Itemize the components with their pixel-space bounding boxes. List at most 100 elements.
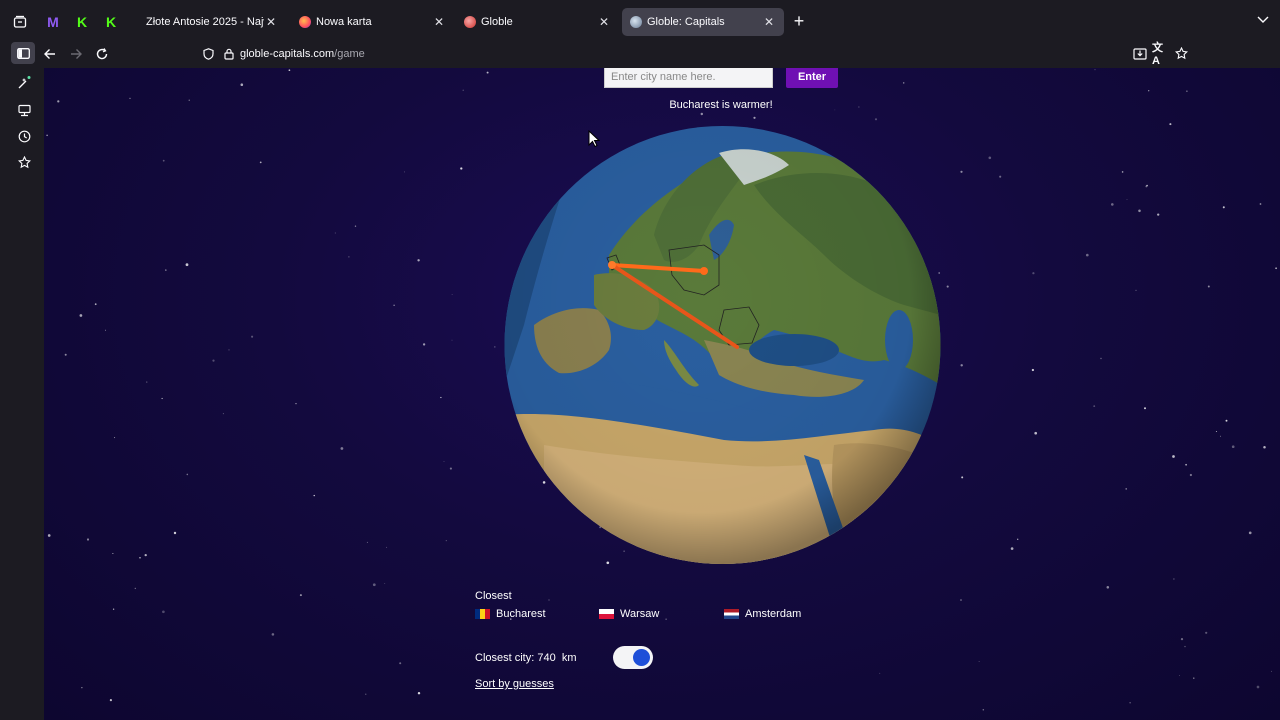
close-icon[interactable]: ✕ xyxy=(432,15,446,29)
star xyxy=(114,437,116,439)
star xyxy=(1173,578,1175,580)
star xyxy=(548,599,550,601)
star xyxy=(185,263,189,267)
globe[interactable] xyxy=(504,125,941,565)
sidebar-toggle-icon[interactable] xyxy=(11,42,35,64)
star xyxy=(700,112,704,116)
mouse-cursor-icon xyxy=(588,130,600,148)
star xyxy=(1263,445,1266,449)
history-clock-icon[interactable] xyxy=(15,127,33,145)
reload-icon[interactable] xyxy=(92,44,112,64)
star xyxy=(1017,538,1019,540)
guess-city-name: Amsterdam xyxy=(745,608,802,620)
unit-toggle-switch[interactable] xyxy=(613,646,653,669)
city-guess-input[interactable]: Enter city name here. xyxy=(604,68,773,88)
star xyxy=(240,83,244,86)
synced-tabs-icon[interactable] xyxy=(15,101,33,119)
closest-city-distance: Closest city: 740 km xyxy=(475,652,577,664)
close-icon[interactable]: ✕ xyxy=(762,15,776,29)
star xyxy=(288,69,291,72)
star xyxy=(129,97,131,100)
globe-favicon-icon xyxy=(630,16,642,28)
star xyxy=(188,99,190,101)
enter-button[interactable]: Enter xyxy=(786,68,838,88)
star xyxy=(372,583,376,587)
save-page-icon[interactable] xyxy=(1132,45,1148,61)
star xyxy=(399,662,402,665)
shield-icon[interactable] xyxy=(200,48,216,60)
star xyxy=(334,232,336,234)
star xyxy=(988,156,992,160)
forward-arrow-icon[interactable] xyxy=(66,44,86,64)
star xyxy=(1248,531,1252,535)
close-icon[interactable]: ✕ xyxy=(597,15,611,29)
bookmark-star-icon[interactable] xyxy=(1173,45,1189,61)
star xyxy=(386,546,388,548)
star xyxy=(86,538,90,541)
star xyxy=(1129,702,1131,704)
url-path: /game xyxy=(334,48,365,60)
chevron-down-icon[interactable] xyxy=(1256,12,1274,30)
star xyxy=(1215,431,1217,432)
star xyxy=(1094,69,1096,71)
back-arrow-icon[interactable] xyxy=(40,44,60,64)
ai-chatbot-icon[interactable] xyxy=(15,74,33,92)
star xyxy=(960,599,962,601)
tab-title: Złote Antosie 2025 - Największ xyxy=(146,16,264,28)
bookmarks-star-icon[interactable] xyxy=(15,153,33,171)
star xyxy=(1271,670,1272,672)
star xyxy=(1186,90,1188,92)
star xyxy=(94,303,97,306)
star xyxy=(486,71,489,74)
guess-city-name: Warsaw xyxy=(620,608,660,620)
star xyxy=(1189,473,1193,477)
tab-title: Globle xyxy=(481,16,513,28)
pinned-tab-k2[interactable]: K xyxy=(99,11,123,33)
netherlands-flag-icon xyxy=(724,609,739,619)
romania-flag-icon xyxy=(475,609,490,619)
star xyxy=(449,467,452,470)
tab-nowa-karta[interactable]: Nowa karta ✕ xyxy=(291,8,454,36)
star xyxy=(1179,674,1181,676)
pinned-tab-k1[interactable]: K xyxy=(70,11,94,33)
star xyxy=(134,587,136,590)
address-bar[interactable]: globle-capitals.com/game xyxy=(200,42,1200,66)
star xyxy=(299,594,302,597)
star xyxy=(422,343,426,346)
star xyxy=(1100,357,1102,360)
translate-icon[interactable]: 文A xyxy=(1152,42,1168,67)
star xyxy=(462,89,464,91)
close-icon[interactable]: ✕ xyxy=(264,15,278,29)
star xyxy=(212,359,215,362)
star xyxy=(1207,285,1210,288)
star xyxy=(162,159,165,162)
k-logo-icon: K xyxy=(76,14,88,30)
star xyxy=(1126,199,1128,200)
star xyxy=(1169,123,1172,126)
star xyxy=(1275,267,1277,270)
new-tab-icon[interactable]: + xyxy=(790,12,808,30)
tab-list-icon[interactable] xyxy=(9,11,31,33)
navigation-toolbar: globle-capitals.com/game 文A xyxy=(0,42,1280,67)
star xyxy=(1259,203,1262,205)
star xyxy=(1146,184,1148,187)
star xyxy=(348,256,350,258)
star xyxy=(1172,455,1175,458)
sort-by-guesses-link[interactable]: Sort by guesses xyxy=(475,678,554,690)
star xyxy=(960,170,963,173)
star xyxy=(340,447,344,450)
star xyxy=(366,541,368,543)
star xyxy=(1144,407,1146,410)
url-host: globle-capitals.com xyxy=(240,48,335,60)
star xyxy=(417,259,420,262)
lock-icon[interactable] xyxy=(222,48,236,60)
star xyxy=(978,661,980,662)
tab-globle[interactable]: Globle ✕ xyxy=(456,8,619,36)
tab-globle-capitals[interactable]: Globle: Capitals ✕ xyxy=(622,8,784,36)
pinned-tab-m[interactable]: M xyxy=(41,11,65,33)
star xyxy=(1135,289,1137,292)
star xyxy=(146,381,148,383)
tab-zlote-antosie[interactable]: Złote Antosie 2025 - Największ ✕ xyxy=(138,8,286,36)
star xyxy=(1093,405,1096,407)
star xyxy=(445,540,447,542)
